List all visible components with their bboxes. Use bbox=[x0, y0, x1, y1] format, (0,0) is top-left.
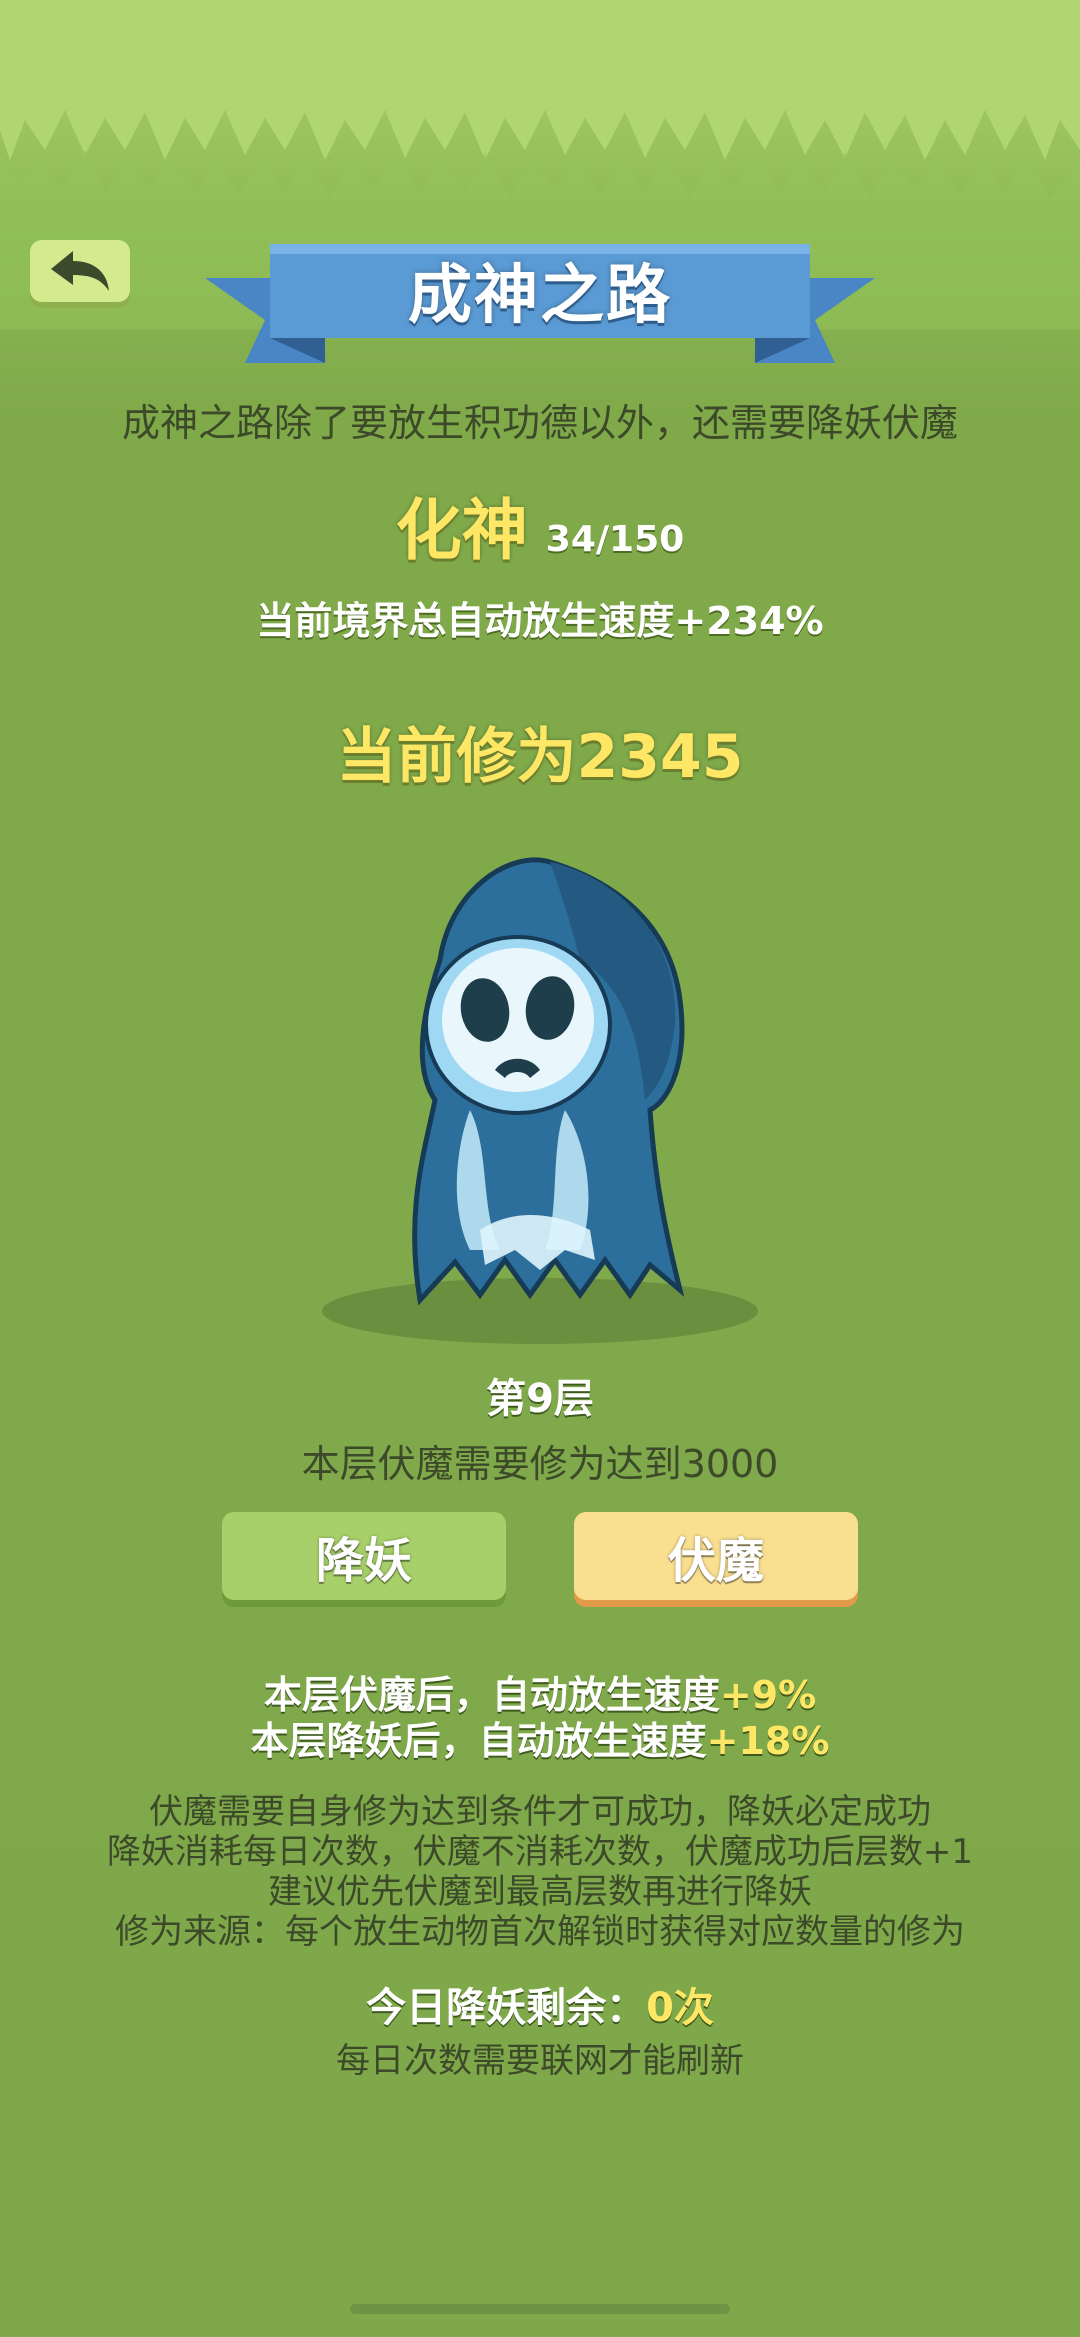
subtitle: 成神之路除了要放生积功德以外，还需要降妖伏魔 bbox=[121, 401, 958, 445]
floor-label: 第9层 bbox=[486, 1376, 594, 1422]
subdue-bonus: 本层降妖后，自动放生速度+18% bbox=[0, 1710, 1080, 1765]
rules-notes: 伏魔需要自身修为达到条件才可成功，降妖必定成功 降妖消耗每日次数，伏魔不消耗次数… bbox=[0, 1792, 1080, 1952]
back-arrow-icon bbox=[51, 251, 109, 291]
subdue-bonus-value: +18% bbox=[706, 1719, 830, 1763]
note-line: 建议优先伏魔到最高层数再进行降妖 bbox=[268, 1872, 812, 1912]
note-line: 伏魔需要自身修为达到条件才可成功，降妖必定成功 bbox=[149, 1792, 931, 1832]
realm-row: 化神 34/150 bbox=[0, 498, 1080, 564]
page-title: 成神之路 bbox=[408, 259, 672, 333]
daily-remaining-value: 0次 bbox=[646, 1985, 714, 2031]
subdue-button[interactable]: 降妖 bbox=[222, 1512, 506, 1600]
realm-name: 化神 bbox=[395, 492, 528, 569]
daily-remaining-label: 今日降妖剩余： bbox=[366, 1985, 647, 2031]
subdue-bonus-label: 本层降妖后，自动放生速度 bbox=[250, 1719, 707, 1763]
note-line: 修为来源：每个放生动物首次解锁时获得对应数量的修为 bbox=[115, 1912, 965, 1952]
current-cultivation: 当前修为2345 bbox=[336, 722, 744, 792]
realm-progress: 34/150 bbox=[545, 519, 685, 560]
daily-remaining: 今日降妖剩余：0次 bbox=[0, 1975, 1080, 2033]
back-button[interactable] bbox=[30, 240, 130, 302]
conquer-button[interactable]: 伏魔 bbox=[574, 1512, 858, 1600]
home-indicator[interactable] bbox=[350, 2304, 730, 2314]
refresh-note: 每日次数需要联网才能刷新 bbox=[336, 2041, 744, 2081]
realm-speed: 当前境界总自动放生速度+234% bbox=[256, 599, 824, 643]
hooded-ghost-icon bbox=[412, 857, 685, 1306]
floor-requirement: 本层伏魔需要修为达到3000 bbox=[301, 1442, 779, 1486]
note-line: 降妖消耗每日次数，伏魔不消耗次数，伏魔成功后层数+1 bbox=[106, 1832, 974, 1872]
